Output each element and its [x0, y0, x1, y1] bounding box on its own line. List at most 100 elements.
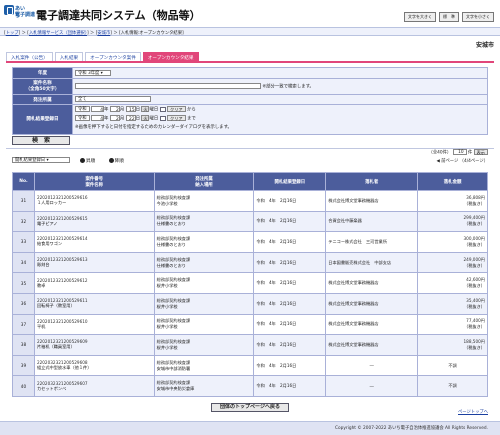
from-year-input[interactable]: 4 — [91, 106, 104, 113]
page-nav: ◀ 前ページ （4/4ページ） — [437, 158, 489, 164]
case-name[interactable]: 組立式中型放水車（他１件） — [37, 365, 152, 371]
row-no: 38 — [12, 334, 35, 356]
amount-cell: 300,000円 （税抜き） — [417, 231, 488, 253]
to-era-select[interactable]: 令和 — [75, 115, 90, 121]
search-button[interactable]: 検 索 — [12, 136, 70, 145]
case-name[interactable]: 教卓 — [37, 283, 152, 289]
pager: （全40件） 10 件 表示 ◀ 前ページ （4/4ページ） — [429, 149, 488, 164]
result-date: 令和 4年 2月16日 — [253, 190, 327, 212]
dept-select-value: 全て — [78, 97, 87, 103]
city-name: 安城市 — [475, 42, 494, 49]
from-month-input[interactable]: 2 — [109, 106, 120, 113]
winner: 株式会社博文堂事務機器店 — [325, 190, 419, 212]
breadcrumb-current: 入札情報:オープンカウンタ結果 — [120, 31, 183, 36]
tax-note: （税抜き） — [464, 200, 485, 206]
winner: 合資会社中藤楽器 — [325, 210, 419, 233]
case-cell: 2202012321200529612 教卓 — [33, 272, 155, 294]
amount-cell: 188,500円 （税抜き） — [417, 334, 488, 356]
page-top-link[interactable]: ページトップへ — [458, 409, 488, 415]
site-logo[interactable]: あいち 電子調達 — [4, 5, 35, 20]
amount-cell: 36,808円 （税抜き） — [417, 190, 488, 212]
font-small-button[interactable]: 文字を小さく — [462, 12, 494, 22]
to-day-input[interactable]: 22 — [125, 115, 136, 122]
display-button[interactable]: 表示 — [473, 149, 488, 155]
breadcrumb-top[interactable]: トップ — [6, 31, 19, 36]
result-date: 令和 4年 2月16日 — [253, 231, 327, 253]
table-row: 38 2202012321200529609 片袖机（職員室用） 総務部契約検査課 桜井… — [12, 334, 488, 356]
dept-cell: 総務部契約検査課 桜井小学校 — [153, 292, 255, 315]
from-month-value: 2 — [116, 108, 119, 113]
date-label: 開札結果登録日 — [12, 104, 73, 135]
case-cell: 2202012321200529609 片袖机（職員室用） — [33, 334, 155, 356]
dept-select[interactable]: 全て — [75, 96, 151, 103]
to-year-input[interactable]: 4 — [91, 115, 104, 122]
from-clear-button[interactable]: クリア — [167, 106, 186, 112]
tab-underline — [6, 61, 494, 63]
system-title: 電子調達共同システム（物品等） — [36, 9, 201, 22]
col-amount: 落札金額 — [417, 172, 488, 191]
from-calendar-icon[interactable] — [159, 106, 166, 112]
from-dow-unit: 曜日 — [149, 107, 159, 113]
case-cell: 2202032321200529607 カセットボンベ — [33, 375, 155, 397]
date-to-row: 令和 4年 2月 22日 火曜日 クリア まで — [75, 115, 485, 124]
per-page-select[interactable]: 10 — [452, 149, 467, 155]
case-cell: 2202012321200529616 １人用ロッカー — [33, 190, 155, 212]
sort-asc-label: 昇順 — [86, 159, 96, 164]
breadcrumb-city[interactable]: 安城市 — [97, 31, 110, 36]
sort-select[interactable]: 開札結果登録日 ▾ — [12, 157, 70, 163]
to-year-unit: 年 — [104, 116, 109, 122]
dept-cell: 総務部契約検査課 桜井小学校 — [153, 313, 255, 336]
year-select[interactable]: 令和 3年度 ▾ — [75, 69, 111, 76]
table-row: 40 2202032321200529607 カセットボンベ 総務部契約検査課 安城市中… — [12, 375, 488, 397]
case-name[interactable]: 電子ピアノ — [37, 221, 152, 227]
to-month-input[interactable]: 2 — [109, 115, 120, 122]
case-name[interactable]: １人用ロッカー — [37, 200, 152, 206]
from-year-value: 4 — [100, 108, 103, 113]
logo-text-2: 電子調達 — [15, 12, 36, 18]
sort-desc-radio[interactable]: 降順 — [108, 158, 130, 164]
from-year-unit: 年 — [104, 107, 109, 113]
case-name[interactable]: 片袖机（職員室用） — [37, 344, 152, 350]
breadcrumb-service[interactable]: 入札情報サービス（団体選択） — [29, 31, 87, 36]
case-name[interactable]: カセットボンベ — [37, 386, 152, 392]
tax-note: （税抜き） — [464, 283, 485, 289]
back-to-top-button[interactable]: 団体のトップページへ戻る — [211, 403, 289, 412]
tax-note: （税抜き） — [464, 262, 485, 268]
to-suffix: まで — [187, 116, 196, 122]
font-standard-button[interactable]: 標 準 — [439, 12, 459, 22]
prev-page-link[interactable]: 前ページ — [441, 159, 458, 164]
result-date: 令和 4年 2月16日 — [253, 210, 327, 233]
amount: 不調 — [448, 383, 457, 389]
winner: 日本図書販売株式会社 中部支店 — [325, 251, 419, 274]
per-page-unit: 件 — [467, 150, 473, 156]
delivery-place: 桜井小学校 — [156, 324, 178, 330]
delivery-place: 仕様書のとおり — [156, 221, 186, 227]
case-cell: 2202012321200529613 彫刻台 — [33, 251, 155, 274]
to-year-value: 4 — [100, 117, 103, 122]
font-large-button[interactable]: 文字を大きく — [404, 12, 436, 22]
dept-cell: 総務部契約検査課 仕様書のとおり — [153, 251, 255, 274]
breadcrumb-sep: ＞ — [90, 31, 95, 36]
to-day-value: 22 — [129, 117, 135, 122]
prev-page-icon[interactable]: ◀ — [437, 159, 440, 164]
case-name[interactable]: 彫刻台 — [37, 262, 152, 268]
from-day-input[interactable]: 15 — [125, 106, 136, 113]
to-calendar-icon[interactable] — [159, 115, 166, 121]
case-cell: 2202012321200529615 電子ピアノ — [33, 210, 155, 233]
table-row: 34 2202012321200529613 彫刻台 総務部契約検査課 仕様書のとおり令… — [12, 251, 488, 274]
to-clear-button[interactable]: クリア — [167, 115, 186, 121]
result-date: 令和 4年 2月16日 — [253, 354, 327, 377]
case-name[interactable]: 平机 — [37, 324, 152, 330]
tax-note: （税抜き） — [464, 344, 485, 350]
case-name[interactable]: 回転椅子（教室用） — [37, 303, 152, 309]
to-dow-unit: 曜日 — [149, 116, 159, 122]
table-row: 35 2202012321200529612 教卓 総務部契約検査課 桜井小学校 令和 4… — [12, 272, 488, 294]
row-no: 39 — [12, 354, 35, 377]
table-row: 37 2202012321200529610 平机 総務部契約検査課 桜井小学校 令和 4… — [12, 313, 488, 336]
case-name-input[interactable] — [75, 83, 261, 90]
case-name[interactable]: 給食用ワゴン — [37, 241, 152, 247]
from-era-select[interactable]: 令和 — [75, 106, 90, 112]
delivery-place: 桜井小学校 — [156, 283, 178, 289]
result-date: 令和 4年 2月16日 — [253, 272, 327, 294]
sort-asc-radio[interactable]: 昇順 — [80, 158, 101, 164]
